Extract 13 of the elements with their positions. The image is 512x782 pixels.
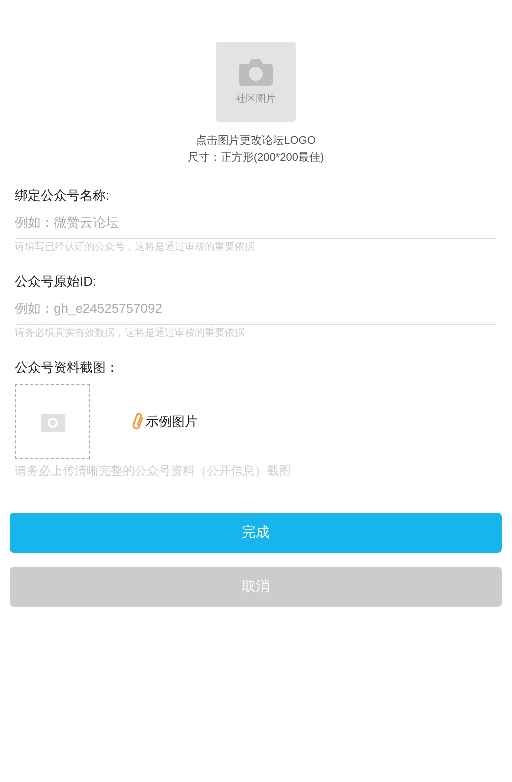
camera-icon: [40, 412, 64, 432]
logo-caption: 点击图片更改论坛LOGO: [196, 134, 316, 149]
field-label: 绑定公众号名称:: [15, 187, 111, 205]
upload-box[interactable]: [15, 384, 90, 459]
field-label: 公众号资料截图：: [15, 359, 120, 377]
example-link[interactable]: 示例图片: [132, 412, 198, 432]
done-button[interactable]: 完成: [10, 513, 502, 553]
camera-icon: [239, 58, 273, 86]
field-label: 公众号原始ID:: [15, 273, 98, 291]
logo-label: 社区图片: [236, 92, 276, 106]
paperclip-icon: [132, 412, 144, 432]
size-hint: 尺寸：正方形(200*200最佳): [188, 150, 324, 166]
logo-upload[interactable]: 社区图片: [216, 42, 296, 122]
